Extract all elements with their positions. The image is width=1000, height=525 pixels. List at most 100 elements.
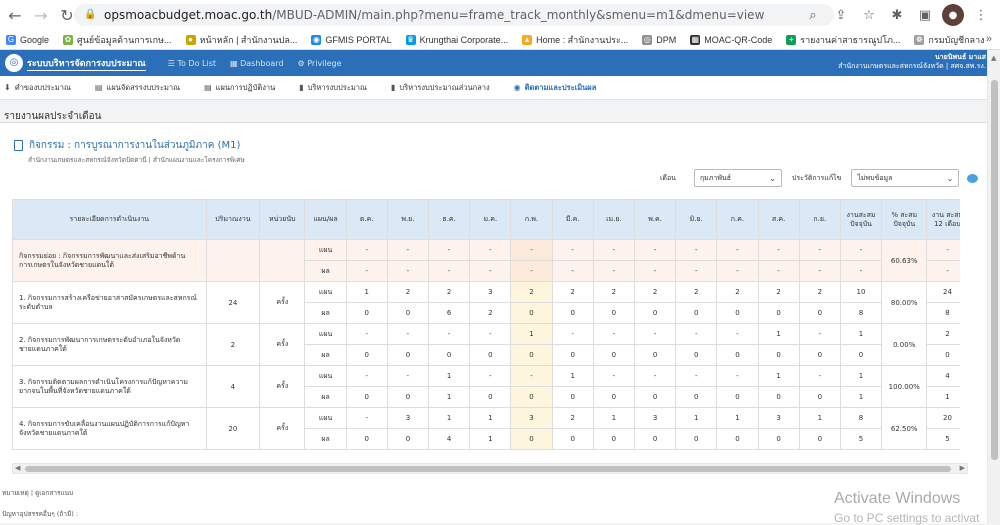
history-select[interactable]: ไม่พบข้อมูล ⌄ [851, 169, 960, 187]
section-subtitle: สำนักงานเกษตรและสหกรณ์จังหวัดปัตตานี | ส… [28, 156, 245, 164]
menu-item-icon: ▤ [204, 83, 212, 92]
accumulated-12-months: - [926, 239, 960, 261]
month-value: 0 [839, 344, 883, 366]
menu-item[interactable]: ▤ แผนจัดสรรงบประมาณ [95, 82, 180, 94]
header-nav-item[interactable]: ☰ To Do List [168, 59, 216, 68]
bookmark-icon: ❁ [914, 34, 925, 45]
month-value: - [510, 260, 553, 282]
vertical-scrollbar[interactable]: ▲ [987, 50, 1000, 523]
column-header: ม.ค. [469, 199, 512, 240]
extensions-icon[interactable]: ✱ [886, 4, 908, 26]
bookmark-label: หน้าหลัก | สำนักงานปล... [199, 34, 298, 45]
comment-icon[interactable] [967, 173, 979, 183]
month-value: 0 [345, 302, 388, 324]
bookmark-item[interactable]: ✿ ศูนย์ข้อมูลด้านการเกษ... [63, 33, 172, 47]
month-value: 3 [510, 407, 553, 429]
scroll-right-icon[interactable]: ▶ [960, 464, 965, 472]
month-value: 1 [592, 407, 635, 429]
menu-item-label: ติดตามและประเมินผล [524, 82, 597, 92]
month-value: 0 [345, 386, 388, 408]
month-value: - [345, 239, 388, 261]
menu-item[interactable]: ⬇ คำของบประมาณ [4, 82, 71, 94]
month-value: 0 [716, 302, 759, 324]
url-path: /MBUD-ADMIN/main.php?menu=frame_track_mo… [272, 8, 765, 22]
bookmark-item[interactable]: ♛ Krungthai Corporate... [405, 34, 508, 45]
month-value: 0 [386, 386, 430, 408]
activity-quantity: 24 [205, 281, 261, 324]
column-header: รายละเอียดการดำเนินงาน [12, 199, 207, 240]
attachment-note-text[interactable]: หมายเหตุ | ดูเอกสารแนบ [2, 488, 73, 498]
column-header: ส.ค. [757, 199, 800, 240]
monthly-report-table: รายละเอียดการดำเนินงาน ปริมาณงาน หน่วยนับแ… [12, 199, 960, 450]
menu-item[interactable]: ▮ บริหารงบประมาณ [299, 82, 367, 94]
column-header: % สะสม ปัจจุบัน [881, 199, 928, 240]
user-info[interactable]: นายนิพนธ์ มาแส สำนักงานเกษตรและสหกรณ์จัง… [838, 53, 986, 71]
activate-windows-watermark: Activate Windows [834, 490, 961, 507]
menu-item[interactable]: ▤ แผนการปฏิบัติงาน [204, 82, 275, 94]
bookmark-item[interactable]: ● หน้าหลัก | สำนักงานปล... [185, 33, 298, 47]
plan-result-label: ผล [304, 386, 347, 408]
scroll-left-icon[interactable]: ◀ [15, 464, 20, 472]
bookmarks-more-icon[interactable]: » [986, 33, 992, 45]
accumulated-12-months: - [926, 260, 960, 282]
month-value: 0 [386, 428, 430, 450]
activity-name: 2. กิจกรรมการพัฒนาการเกษตรระดับอำเภอในจั… [12, 323, 207, 366]
month-value: 0 [510, 428, 553, 450]
month-value: 10 [839, 281, 883, 303]
month-value: 0 [757, 386, 800, 408]
header-nav-item[interactable]: ▦ Dashboard [230, 59, 284, 68]
star-icon[interactable]: ☆ [858, 4, 880, 26]
table-row: 2. กิจกรรมการพัฒนาการเกษตรระดับอำเภอในจั… [12, 323, 960, 366]
header-nav-item[interactable]: ⚙ Privilege [298, 59, 342, 68]
menu-item[interactable]: ▮ บริหารงบประมาณส่วนกลาง [391, 82, 490, 94]
month-value: 1 [469, 428, 512, 450]
month-value: 0 [592, 302, 635, 324]
accumulated-12-months: 24 [926, 281, 960, 303]
bookmark-item[interactable]: ◉ GFMIS PORTAL [311, 34, 392, 45]
bookmark-item[interactable]: G Google [6, 34, 49, 45]
column-header: ปริมาณงาน [205, 199, 261, 240]
month-value: 0 [675, 428, 718, 450]
month-select[interactable]: กุมภาพันธ์ ⌄ [693, 169, 782, 187]
menu-item[interactable]: ◉ ติดตามและประเมินผล [514, 82, 597, 94]
menu-icon[interactable]: ⋮ [970, 4, 992, 26]
app-logo[interactable]: ◎ [5, 54, 23, 72]
filters: เดือน กุมภาพันธ์ ⌄ ประวัติการแก้ไข ไม่พบ… [660, 169, 979, 187]
bookmark-icon: ◎ [642, 34, 653, 45]
back-icon[interactable]: ← [4, 4, 26, 26]
share-icon[interactable]: ⇪ [830, 4, 852, 26]
horizontal-scrollbar[interactable]: ◀ ▶ [12, 463, 968, 474]
sidepanel-icon[interactable]: ▣ [914, 4, 936, 26]
month-value: 1 [551, 365, 594, 387]
app-brand[interactable]: ระบบบริหารจัดการงบประมาณ [27, 56, 146, 71]
month-value: 0 [551, 386, 594, 408]
zoom-icon[interactable]: ⌕ [802, 4, 824, 26]
bookmark-item[interactable]: ▲ Home : สำนักงานประ... [522, 33, 628, 47]
profile-avatar[interactable]: ● [942, 4, 964, 26]
month-value: 1 [428, 365, 471, 387]
bookmark-item[interactable]: + รายงานค่าสาธารณูปโภ... [786, 33, 900, 47]
month-value: - [633, 239, 677, 261]
activity-name: 1. กิจกรรมการสร้างเครือข่ายอาสาสมัครเกษต… [12, 281, 207, 324]
accumulated-12-months: 4 [926, 365, 960, 387]
scroll-up-icon[interactable]: ▲ [991, 54, 996, 62]
month-value: - [469, 239, 512, 261]
month-value: 3 [757, 407, 800, 429]
header-nav: ☰ To Do List ▦ Dashboard ⚙ Privilege [168, 59, 342, 68]
table-row: 4. กิจกรรมการขับเคลื่อนงานแผนปฏิบัติการก… [12, 407, 960, 450]
address-bar[interactable]: 🔒 opsmoacbudget.moac.go.th /MBUD-ADMIN/m… [74, 4, 834, 26]
browser-actions: ⌕ ⇪ ☆ ✱ ▣ ● ⋮ [802, 4, 992, 26]
menu-item-icon: ◉ [513, 83, 521, 92]
lock-icon[interactable]: 🔒 [84, 9, 96, 21]
accumulated-12-months: 2 [926, 323, 960, 345]
forward-icon[interactable]: → [30, 4, 52, 26]
bookmark-item[interactable]: ◎ DPM [642, 34, 676, 45]
menu-item-icon: ▤ [94, 83, 103, 92]
accumulated-12-months: 0 [926, 344, 960, 366]
scrollbar-thumb[interactable] [25, 466, 951, 472]
bookmark-item[interactable]: ❁ กรมบัญชีกลาง [914, 33, 985, 47]
other-problems-label: ปัญหาอุปสรรคอื่นๆ (ถ้ามี) : [2, 510, 79, 518]
bookmark-item[interactable]: ▦ MOAC-QR-Code [690, 34, 772, 45]
bookmarks-bar: G Google ✿ ศูนย์ข้อมูลด้านการเกษ... ● หน้าหลั… [0, 30, 1000, 50]
vertical-scrollbar-thumb[interactable] [991, 80, 998, 460]
